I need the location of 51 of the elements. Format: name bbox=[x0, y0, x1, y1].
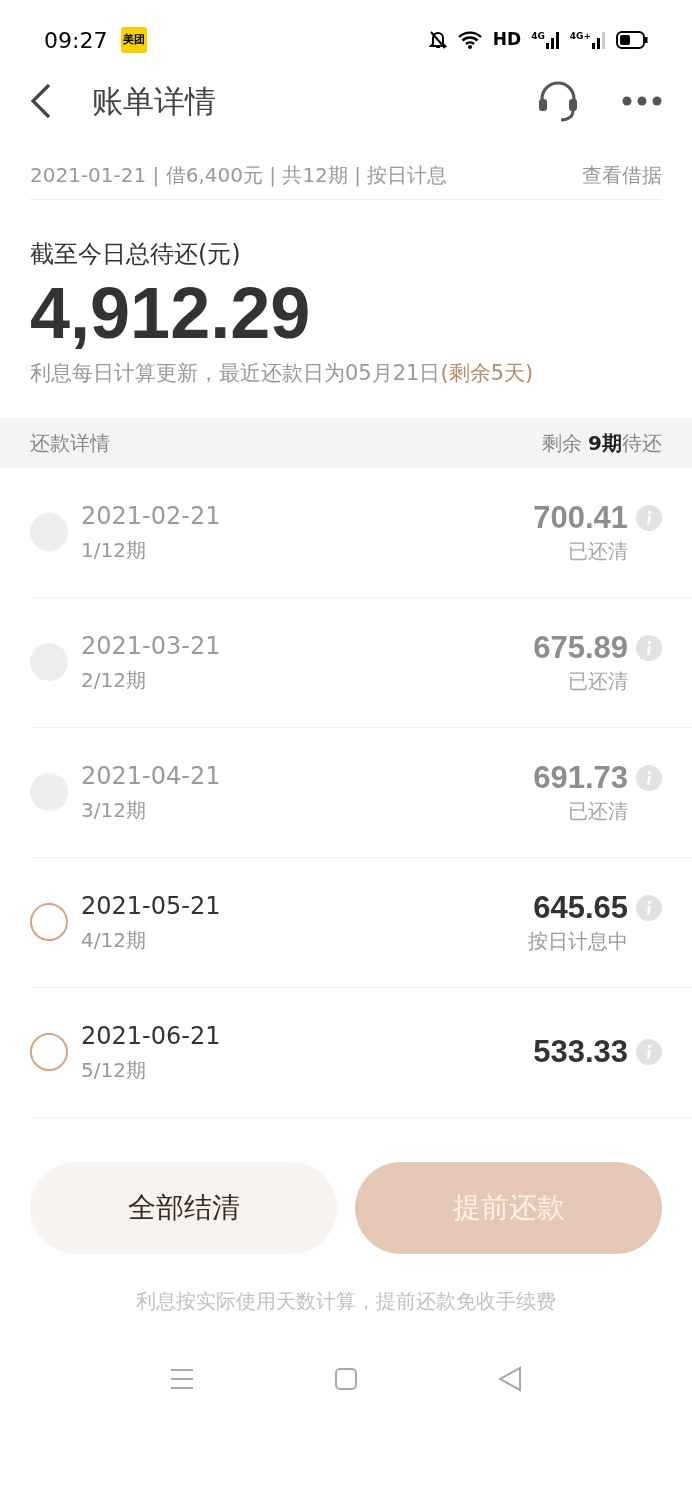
page-title: 账单详情 bbox=[92, 81, 216, 121]
menu-icon[interactable] bbox=[170, 1367, 194, 1390]
back-triangle-icon[interactable] bbox=[498, 1365, 522, 1392]
back-icon[interactable] bbox=[30, 83, 52, 119]
info-icon[interactable] bbox=[636, 635, 662, 661]
schedule-title: 还款详情 bbox=[30, 429, 110, 457]
signal-icon bbox=[545, 31, 560, 49]
headset-icon[interactable] bbox=[536, 79, 580, 123]
wifi-icon bbox=[456, 30, 483, 50]
loan-summary: 2021-01-21 | 借6,400元 | 共12期 | 按日计息 bbox=[30, 161, 448, 189]
installment-amount: 645.65 bbox=[533, 889, 628, 927]
days-remaining: (剩余5天) bbox=[440, 360, 534, 387]
status-time: 09:27 bbox=[44, 26, 108, 55]
installment-amount: 691.73 bbox=[533, 759, 628, 797]
installment-status: 已还清 bbox=[568, 668, 628, 695]
settle-all-button[interactable]: 全部结清 bbox=[30, 1161, 337, 1254]
view-contract-link[interactable]: 查看借据 bbox=[582, 159, 662, 190]
due-date: 2021-06-21 bbox=[81, 1021, 221, 1052]
app-badge: 美团 bbox=[121, 27, 148, 53]
period-label: 5/12期 bbox=[81, 1057, 147, 1084]
info-icon[interactable] bbox=[636, 765, 662, 791]
period-label: 3/12期 bbox=[81, 797, 147, 824]
muted-bell-icon bbox=[428, 30, 447, 50]
network-label: 4G+ bbox=[569, 31, 591, 41]
battery-icon bbox=[616, 31, 648, 49]
network-label: 4G bbox=[531, 31, 545, 41]
signal-icon bbox=[592, 31, 606, 49]
period-label: 1/12期 bbox=[81, 537, 147, 564]
remaining-periods: 剩余 9期待还 bbox=[541, 429, 662, 457]
hd-label: HD bbox=[492, 28, 522, 52]
installment-status: 按日计息中 bbox=[528, 928, 628, 955]
balance-label: 截至今日总待还(元) bbox=[30, 239, 242, 270]
more-icon[interactable] bbox=[622, 96, 662, 106]
installment-amount: 700.41 bbox=[533, 499, 628, 537]
installment-status: 已还清 bbox=[568, 798, 628, 825]
due-date: 2021-05-21 bbox=[81, 891, 221, 922]
info-icon[interactable] bbox=[636, 895, 662, 921]
installment-amount: 675.89 bbox=[533, 629, 628, 667]
due-date: 2021-02-21 bbox=[81, 501, 221, 532]
footnote: 利息按实际使用天数计算，提前还款免收手续费 bbox=[135, 1287, 557, 1315]
home-icon[interactable] bbox=[334, 1366, 358, 1391]
installment-status: 已还清 bbox=[568, 538, 628, 565]
info-icon[interactable] bbox=[636, 505, 662, 531]
period-label: 2/12期 bbox=[81, 667, 147, 694]
period-label: 4/12期 bbox=[81, 927, 147, 954]
installment-amount: 533.33 bbox=[533, 1033, 628, 1071]
due-date: 2021-03-21 bbox=[81, 631, 221, 662]
due-date: 2021-04-21 bbox=[81, 761, 221, 792]
interest-note: 利息每日计算更新，最近还款日为05月21日 bbox=[30, 360, 441, 387]
balance-amount: 4,912.29 bbox=[30, 274, 312, 352]
info-icon[interactable] bbox=[636, 1039, 662, 1065]
